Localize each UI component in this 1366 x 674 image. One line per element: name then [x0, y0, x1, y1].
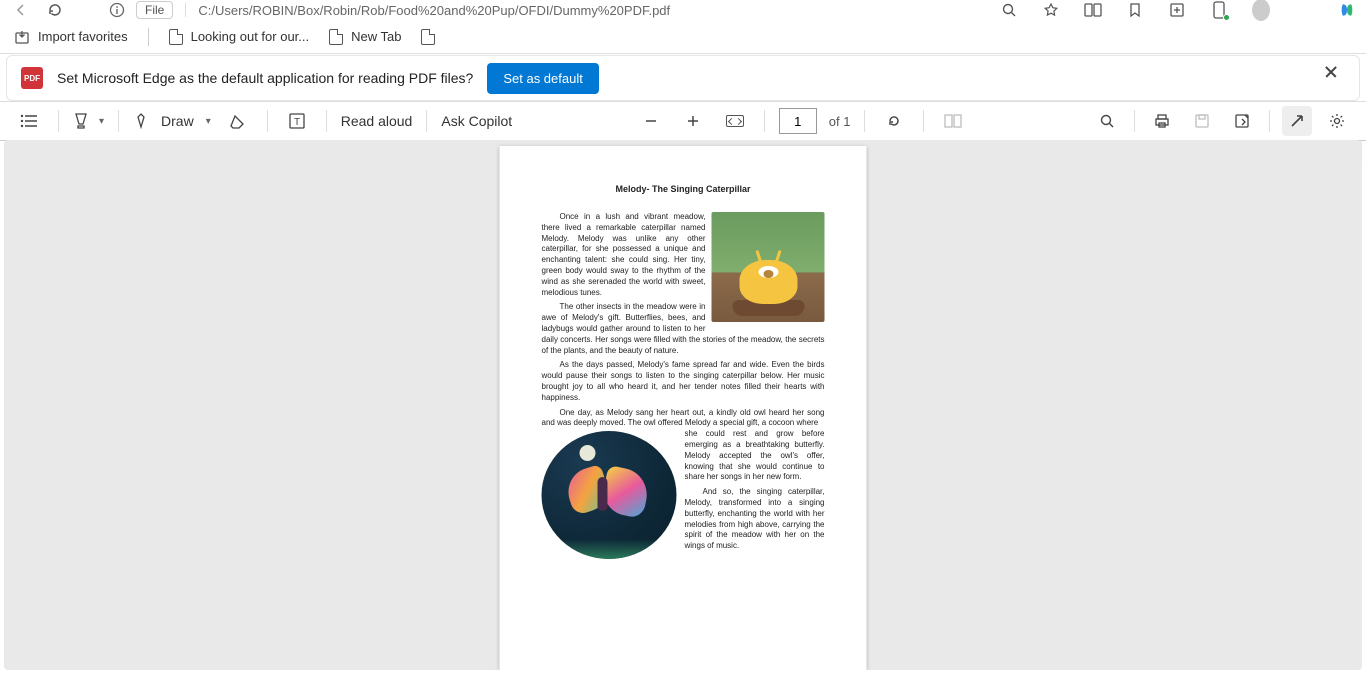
- chevron-down-icon: ▾: [99, 116, 104, 127]
- scheme-label: File: [136, 1, 173, 19]
- document-title: Melody- The Singing Caterpillar: [542, 184, 825, 194]
- pdf-page: Melody- The Singing Caterpillar Once in …: [500, 146, 867, 670]
- page-icon: [329, 29, 343, 45]
- separator: [326, 110, 327, 132]
- separator: [426, 110, 427, 132]
- find-button[interactable]: [1092, 106, 1122, 136]
- import-favorites-button[interactable]: Import favorites: [14, 29, 128, 45]
- separator: [764, 110, 765, 132]
- page-total-label: of 1: [829, 114, 851, 129]
- zoom-out-button[interactable]: [636, 106, 666, 136]
- paragraph-3: As the days passed, Melody's fame spread…: [542, 360, 825, 403]
- save-button[interactable]: [1187, 106, 1217, 136]
- split-screen-icon[interactable]: [1084, 1, 1102, 19]
- copilot-icon[interactable]: [1338, 1, 1356, 19]
- pdf-toolbar: ▾ Draw ▾ T Read aloud Ask Copilot of 1: [0, 101, 1366, 141]
- ask-copilot-button[interactable]: Ask Copilot: [441, 113, 512, 129]
- print-button[interactable]: [1147, 106, 1177, 136]
- page-icon: [421, 29, 435, 45]
- erase-button[interactable]: [223, 106, 253, 136]
- fullscreen-button[interactable]: [1282, 106, 1312, 136]
- separator: [864, 110, 865, 132]
- separator: [58, 110, 59, 132]
- prompt-text: Set Microsoft Edge as the default applic…: [57, 70, 473, 86]
- search-icon[interactable]: [1000, 1, 1018, 19]
- favorites-bar: Import favorites Looking out for our... …: [0, 20, 1366, 54]
- separator: [148, 28, 149, 46]
- read-aloud-button[interactable]: Read aloud: [341, 113, 413, 129]
- favorite-icon[interactable]: [1042, 1, 1060, 19]
- fit-icon: [726, 115, 744, 127]
- site-info-icon[interactable]: [108, 1, 126, 19]
- zoom-in-button[interactable]: [678, 106, 708, 136]
- refresh-button[interactable]: [46, 1, 64, 19]
- caterpillar-image: [712, 212, 825, 322]
- contents-button[interactable]: [14, 106, 44, 136]
- paragraph-4: One day, as Melody sang her heart out, a…: [542, 408, 825, 430]
- pdf-icon: PDF: [21, 67, 43, 89]
- back-button[interactable]: [12, 1, 30, 19]
- favorite-link-1[interactable]: Looking out for our...: [169, 29, 310, 45]
- favorite-label: New Tab: [351, 29, 401, 44]
- page-number-input[interactable]: [779, 108, 817, 134]
- profile-avatar[interactable]: [1252, 1, 1270, 19]
- separator: [118, 110, 119, 132]
- chevron-down-icon: ▾: [206, 116, 211, 127]
- separator: [267, 110, 268, 132]
- set-default-button[interactable]: Set as default: [487, 63, 599, 94]
- favorite-link-2[interactable]: New Tab: [329, 29, 401, 45]
- draw-label: Draw: [161, 113, 194, 129]
- favorite-blank[interactable]: [421, 29, 435, 45]
- highlight-button[interactable]: ▾: [73, 112, 104, 130]
- butterfly-image: [542, 431, 677, 559]
- url-text: C:/Users/ROBIN/Box/Robin/Rob/Food%20and%…: [198, 3, 670, 18]
- rotate-button[interactable]: [879, 106, 909, 136]
- separator: [1134, 110, 1135, 132]
- collections-icon[interactable]: [1126, 1, 1144, 19]
- close-icon: [1324, 71, 1338, 85]
- pdf-viewer[interactable]: Melody- The Singing Caterpillar Once in …: [4, 140, 1362, 670]
- fit-width-button[interactable]: [720, 106, 750, 136]
- page-icon: [169, 29, 183, 45]
- settings-button[interactable]: [1322, 106, 1352, 136]
- close-prompt-button[interactable]: [1317, 64, 1345, 92]
- separator: [923, 110, 924, 132]
- page-view-button[interactable]: [938, 106, 968, 136]
- browser-nav-bar: File C:/Users/ROBIN/Box/Robin/Rob/Food%2…: [0, 0, 1366, 20]
- separator: [1269, 110, 1270, 132]
- save-as-button[interactable]: [1227, 106, 1257, 136]
- draw-button[interactable]: Draw ▾: [133, 112, 211, 130]
- phone-sync-icon[interactable]: [1210, 1, 1228, 19]
- add-text-button[interactable]: T: [282, 106, 312, 136]
- address-bar[interactable]: File C:/Users/ROBIN/Box/Robin/Rob/Food%2…: [108, 1, 670, 19]
- import-favorites-label: Import favorites: [38, 29, 128, 44]
- favorite-label: Looking out for our...: [191, 29, 310, 44]
- pdf-default-prompt: PDF Set Microsoft Edge as the default ap…: [6, 55, 1360, 101]
- extensions-icon[interactable]: [1168, 1, 1186, 19]
- svg-text:T: T: [294, 117, 300, 128]
